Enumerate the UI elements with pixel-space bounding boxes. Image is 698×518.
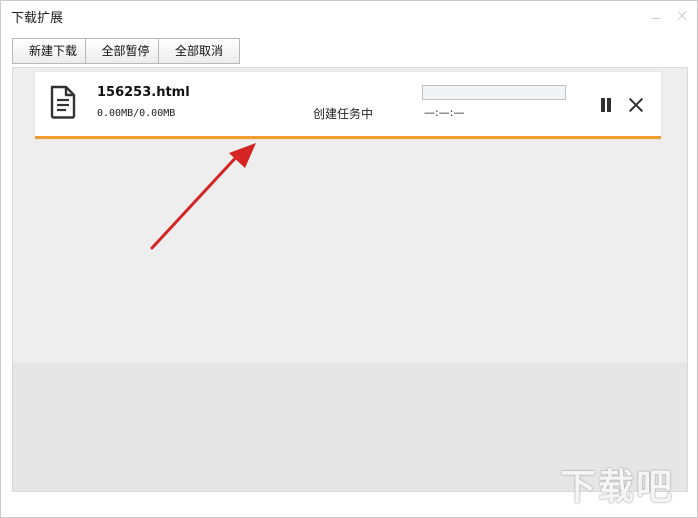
close-icon[interactable] — [675, 9, 689, 23]
minimize-icon[interactable] — [649, 9, 663, 23]
watermark-logo: 下载吧 — [560, 467, 675, 508]
download-filename: 156253.html — [97, 85, 190, 100]
download-eta: —:—:— — [424, 106, 465, 119]
title-bar: 下载扩展 — [1, 1, 697, 31]
download-extension-window: 下载扩展 新建下载 全部暂停 全部取消 156253.html 0.00MB/0… — [0, 0, 698, 518]
pause-all-button[interactable]: 全部暂停 — [85, 38, 166, 64]
file-document-icon — [50, 85, 76, 119]
cancel-all-button[interactable]: 全部取消 — [158, 38, 240, 64]
download-size: 0.00MB/0.00MB — [97, 108, 176, 119]
download-item[interactable]: 156253.html 0.00MB/0.00MB 创建任务中 —:—:— — [35, 72, 661, 139]
download-progress-bar — [422, 85, 566, 100]
download-list: 156253.html 0.00MB/0.00MB 创建任务中 —:—:— — [12, 67, 688, 492]
download-status: 创建任务中 — [313, 107, 374, 121]
window-title: 下载扩展 — [11, 11, 64, 26]
cancel-icon[interactable] — [628, 97, 644, 113]
new-download-button[interactable]: 新建下载 — [12, 38, 94, 64]
pause-icon[interactable] — [599, 98, 613, 112]
